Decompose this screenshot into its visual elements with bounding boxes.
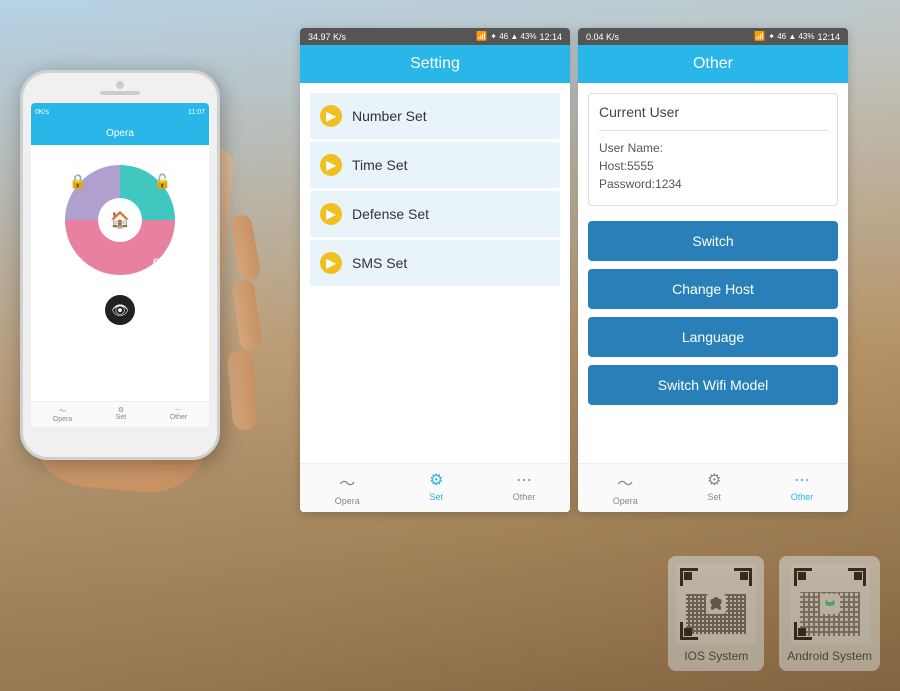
number-set-arrow: ▶ bbox=[320, 105, 342, 127]
sms-set-label: SMS Set bbox=[352, 255, 407, 271]
other-nav: 〜 Opera ⚙ Set ⋯ Other bbox=[578, 463, 848, 512]
other-nav-set-label: Set bbox=[707, 492, 721, 502]
language-button[interactable]: Language bbox=[588, 317, 838, 357]
setting-signal-icon: 📶 bbox=[476, 31, 487, 42]
opera-nav-icon: 〜 bbox=[59, 406, 66, 416]
pie-center: 🏠 bbox=[100, 200, 140, 240]
set-nav-label: Set bbox=[116, 414, 127, 421]
other-nav-set[interactable]: ⚙ Set bbox=[707, 470, 721, 506]
setting-nav-opera-label: Opera bbox=[335, 496, 360, 506]
setting-speed: 34.97 K/s bbox=[308, 32, 346, 42]
setting-nav-opera[interactable]: 〜 Opera bbox=[335, 470, 360, 506]
defense-set-item[interactable]: ▶ Defense Set bbox=[310, 191, 560, 237]
sms-set-arrow: ▶ bbox=[320, 252, 342, 274]
phone-nav-opera[interactable]: 〜 Opera bbox=[53, 406, 72, 423]
other-nav-label: Other bbox=[170, 414, 188, 421]
setting-nav-set-label: Set bbox=[429, 492, 443, 502]
host-label: Host:5555 bbox=[599, 159, 827, 173]
other-title: Other bbox=[693, 55, 733, 72]
other-screen: 0.04 K/s 📶 ✦ 46 ▲ 43% 12:14 Other Curren… bbox=[578, 28, 848, 512]
time-set-label: Time Set bbox=[352, 157, 408, 173]
switch-button[interactable]: Switch bbox=[588, 221, 838, 261]
setting-time: 12:14 bbox=[539, 32, 562, 42]
phone-nav: 〜 Opera ⚙ Set ⋯ Other bbox=[31, 401, 209, 427]
main-content: 0K/s 11:07 Opera bbox=[0, 0, 900, 691]
screenshots-row: 34.97 K/s 📶 ✦ 46 ▲ 43% 12:14 Setting ▶ N… bbox=[300, 28, 848, 512]
set-nav-icon: ⚙ bbox=[118, 406, 124, 414]
current-user-title: Current User bbox=[599, 104, 827, 120]
setting-nav-other[interactable]: ⋯ Other bbox=[513, 470, 536, 506]
other-nav-set-icon: ⚙ bbox=[707, 470, 721, 490]
setting-title: Setting bbox=[410, 55, 460, 72]
other-app-header: Other bbox=[578, 45, 848, 83]
switch-wifi-model-button[interactable]: Switch Wifi Model bbox=[588, 365, 838, 405]
other-nav-icon: ⋯ bbox=[175, 406, 182, 414]
phone-speaker bbox=[100, 91, 140, 95]
time-set-item[interactable]: ▶ Time Set bbox=[310, 142, 560, 188]
password-label: Password:1234 bbox=[599, 177, 827, 191]
phone-app-title: Opera bbox=[106, 128, 134, 139]
time-set-arrow: ▶ bbox=[320, 154, 342, 176]
other-status-icons: 📶 ✦ 46 ▲ 43% 12:14 bbox=[754, 31, 840, 42]
setting-battery-icon: ✦ 46 ▲ 43% bbox=[490, 32, 536, 41]
phone-mockup: 0K/s 11:07 Opera bbox=[20, 30, 250, 490]
phone-screen: 0K/s 11:07 Opera bbox=[31, 103, 209, 427]
pie-chart-control: 🔒 🔓 ON OFF 🏠 bbox=[55, 155, 185, 285]
unlock-icon: 🔓 bbox=[154, 173, 171, 190]
camera-icon[interactable]: 👁 bbox=[105, 295, 135, 325]
phone-app-bar: Opera bbox=[31, 121, 209, 145]
setting-nav-opera-icon: 〜 bbox=[339, 470, 355, 494]
on-label: ON bbox=[69, 257, 83, 267]
sms-set-item[interactable]: ▶ SMS Set bbox=[310, 240, 560, 286]
setting-app-header: Setting bbox=[300, 45, 570, 83]
other-nav-other-icon: ⋯ bbox=[794, 470, 810, 490]
number-set-label: Number Set bbox=[352, 108, 427, 124]
phone-nav-other[interactable]: ⋯ Other bbox=[170, 406, 188, 423]
off-label: OFF bbox=[153, 257, 171, 267]
phone-camera bbox=[116, 81, 124, 89]
other-time: 12:14 bbox=[817, 32, 840, 42]
setting-nav-other-label: Other bbox=[513, 492, 536, 502]
setting-nav: 〜 Opera ⚙ Set ⋯ Other bbox=[300, 463, 570, 512]
other-nav-opera[interactable]: 〜 Opera bbox=[613, 470, 638, 506]
other-nav-other-label: Other bbox=[791, 492, 814, 502]
other-status-bar: 0.04 K/s 📶 ✦ 46 ▲ 43% 12:14 bbox=[578, 28, 848, 45]
user-name-label: User Name: bbox=[599, 141, 827, 155]
other-speed: 0.04 K/s bbox=[586, 32, 619, 42]
other-nav-opera-label: Opera bbox=[613, 496, 638, 506]
setting-content: ▶ Number Set ▶ Time Set ▶ Defense Set ▶ … bbox=[300, 83, 570, 463]
setting-status-bar: 34.97 K/s 📶 ✦ 46 ▲ 43% 12:14 bbox=[300, 28, 570, 45]
setting-nav-other-icon: ⋯ bbox=[516, 470, 532, 490]
change-host-button[interactable]: Change Host bbox=[588, 269, 838, 309]
opera-nav-label: Opera bbox=[53, 416, 72, 423]
home-icon: 🏠 bbox=[110, 210, 130, 230]
lock-icon: 🔒 bbox=[69, 173, 86, 190]
setting-screen: 34.97 K/s 📶 ✦ 46 ▲ 43% 12:14 Setting ▶ N… bbox=[300, 28, 570, 512]
other-nav-opera-icon: 〜 bbox=[617, 470, 633, 494]
other-signal-icon: 📶 bbox=[754, 31, 765, 42]
setting-status-icons: 📶 ✦ 46 ▲ 43% 12:14 bbox=[476, 31, 562, 42]
setting-nav-set-icon: ⚙ bbox=[429, 470, 443, 490]
phone-nav-set[interactable]: ⚙ Set bbox=[116, 406, 127, 423]
other-nav-other[interactable]: ⋯ Other bbox=[791, 470, 814, 506]
camera-symbol: 👁 bbox=[111, 302, 129, 319]
phone-time: 11:07 bbox=[188, 109, 205, 116]
other-battery-icon: ✦ 46 ▲ 43% bbox=[768, 32, 814, 41]
phone-speed: 0K/s bbox=[35, 109, 49, 116]
phone-status-bar: 0K/s 11:07 bbox=[31, 103, 209, 121]
other-content: Current User User Name: Host:5555 Passwo… bbox=[578, 83, 848, 463]
defense-set-arrow: ▶ bbox=[320, 203, 342, 225]
setting-nav-set[interactable]: ⚙ Set bbox=[429, 470, 443, 506]
user-divider bbox=[599, 130, 827, 131]
current-user-box: Current User User Name: Host:5555 Passwo… bbox=[588, 93, 838, 206]
defense-set-label: Defense Set bbox=[352, 206, 429, 222]
phone-outer: 0K/s 11:07 Opera bbox=[20, 70, 220, 460]
number-set-item[interactable]: ▶ Number Set bbox=[310, 93, 560, 139]
